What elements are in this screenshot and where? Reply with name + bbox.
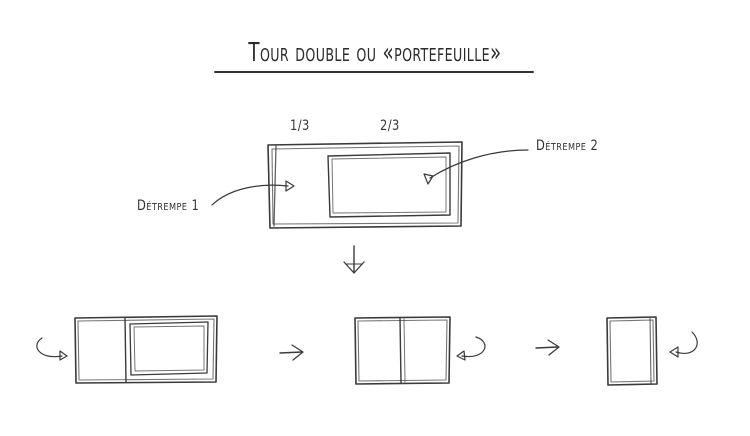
right-arrow-icon bbox=[279, 344, 304, 361]
right-arrow-icon-2 bbox=[535, 339, 560, 356]
detrempe-1-pointer-icon bbox=[211, 180, 295, 206]
bottom-step-2 bbox=[354, 316, 486, 385]
down-arrow-icon bbox=[343, 245, 365, 274]
sketch-drawing bbox=[36, 141, 698, 386]
bottom-step-1 bbox=[36, 315, 218, 384]
bottom-step-3 bbox=[606, 316, 698, 386]
detrempe-2-pointer-icon bbox=[423, 149, 529, 185]
top-pastry bbox=[267, 141, 463, 229]
diagram: Tour double ou «portefeuille» 1/3 2/3 Dé… bbox=[0, 0, 750, 436]
